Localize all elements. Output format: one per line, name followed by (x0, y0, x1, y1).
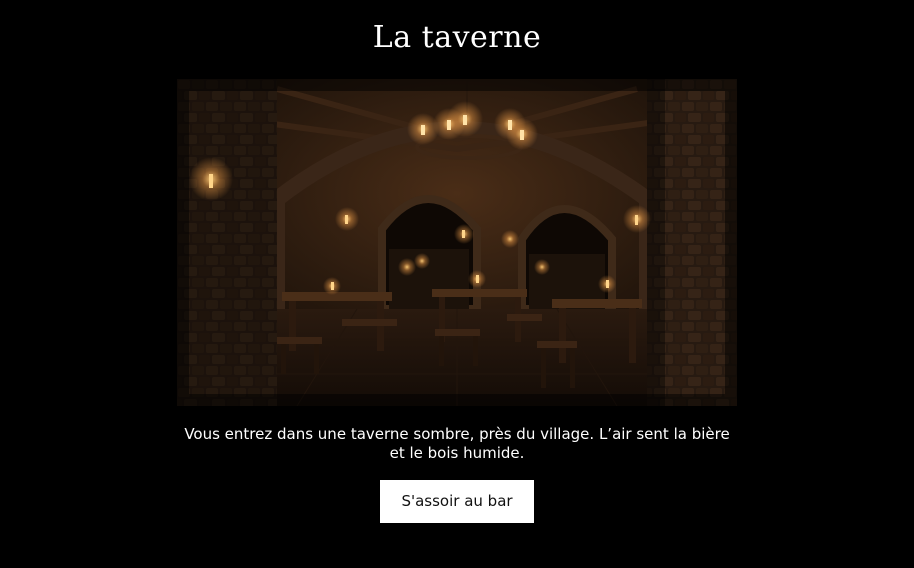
tavern-illustration (177, 79, 737, 406)
scene-title: La taverne (372, 20, 542, 55)
scene-narration: Vous entrez dans une taverne sombre, prè… (184, 425, 730, 462)
choice-sit-at-bar-button[interactable]: S'assoir au bar (380, 480, 534, 523)
